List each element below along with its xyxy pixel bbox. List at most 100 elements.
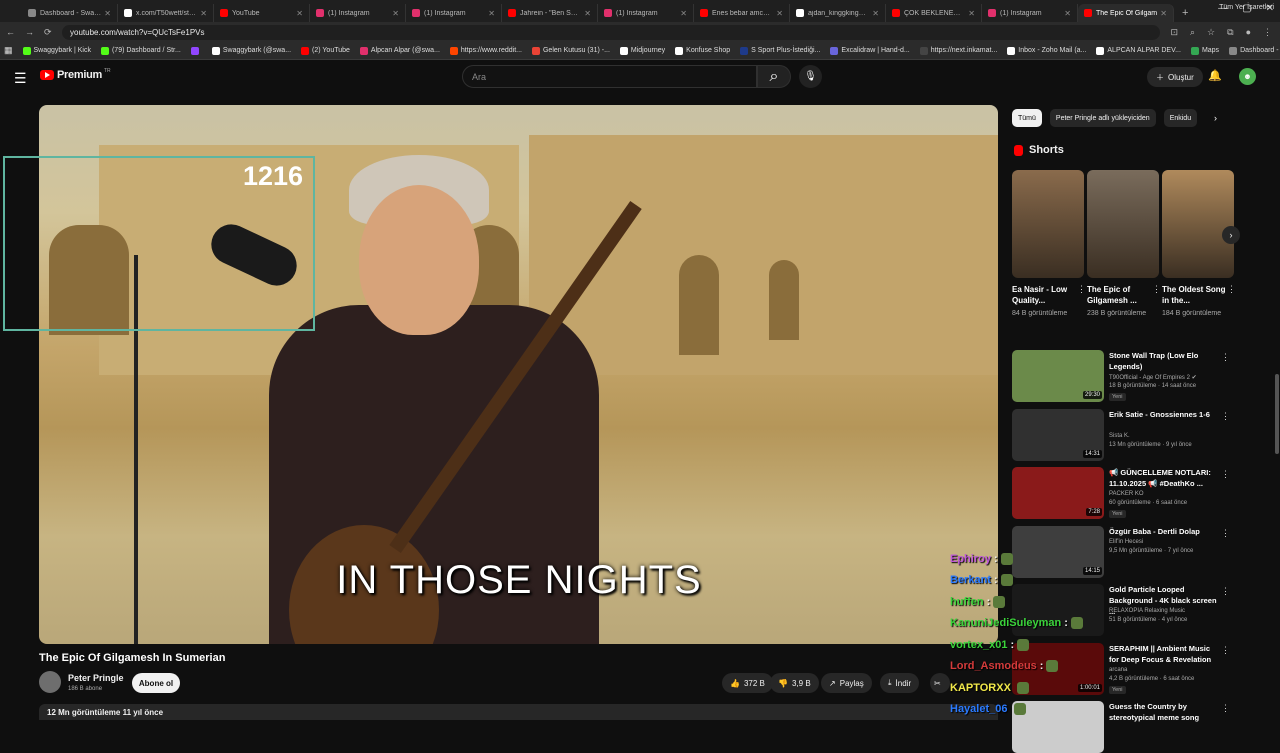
- chevron-right-icon[interactable]: ›: [1214, 113, 1217, 123]
- more-options-icon[interactable]: ⋮: [1221, 352, 1230, 363]
- dislike-button[interactable]: 👎 3,9 B: [770, 673, 819, 693]
- tab-close-icon[interactable]: ✕: [200, 9, 207, 18]
- url-field[interactable]: youtube.com/watch?v=QUcTsFe1PVs: [62, 24, 1160, 40]
- more-options-icon[interactable]: ⋮: [1221, 469, 1230, 480]
- filter-chip[interactable]: Tümü: [1012, 109, 1042, 127]
- bookmark-item[interactable]: Midjourney: [619, 46, 665, 55]
- install-icon[interactable]: ⊡: [1170, 27, 1178, 38]
- channel-avatar[interactable]: [39, 671, 61, 693]
- video-title[interactable]: 📢 GÜNCELLEME NOTLARI: 11.10.2025 📢 #Deat…: [1109, 467, 1221, 489]
- short-thumbnail[interactable]: [1162, 170, 1234, 278]
- bookmark-item[interactable]: (2) YouTube: [301, 46, 350, 55]
- bookmark-item[interactable]: [190, 46, 202, 55]
- share-button[interactable]: ↗ Paylaş: [821, 673, 872, 693]
- shorts-next-button[interactable]: ›: [1222, 226, 1240, 244]
- tab-close-icon[interactable]: ✕: [296, 9, 303, 18]
- video-channel[interactable]: Elif'in Hecesi: [1109, 539, 1143, 545]
- bookmark-item[interactable]: https://next.inkamat...: [919, 46, 997, 55]
- video-meta[interactable]: 12 Mn görüntüleme 11 yıl önce: [39, 704, 998, 720]
- create-button[interactable]: ＋ Oluştur: [1147, 67, 1203, 87]
- search-button[interactable]: ⌕: [757, 65, 791, 88]
- video-title[interactable]: Stone Wall Trap (Low Elo Legends): [1109, 350, 1221, 372]
- video-title[interactable]: SERAPHIM || Ambient Music for Deep Focus…: [1109, 643, 1221, 665]
- bookmark-item[interactable]: (79) Dashboard / Str...: [100, 46, 181, 55]
- bookmark-item[interactable]: ALPCAN ALPAR DEV...: [1096, 46, 1181, 55]
- tab-close-icon[interactable]: ✕: [488, 9, 495, 18]
- bookmark-item[interactable]: Maps: [1190, 46, 1219, 55]
- back-icon[interactable]: ←: [6, 27, 15, 38]
- video-channel[interactable]: T90Official - Age Of Empires 2 ✔: [1109, 374, 1197, 381]
- recommended-video[interactable]: 14:31 Erik Satie - Gnossiennes 1-6 Sista K…: [1012, 408, 1236, 461]
- short-thumbnail[interactable]: [1012, 170, 1084, 278]
- bookmark-item[interactable]: S Sport Plus-İstediği...: [740, 46, 820, 55]
- short-title[interactable]: The Epic of Gilgamesh ...: [1087, 284, 1159, 306]
- more-options-icon[interactable]: ⋮: [1221, 645, 1230, 656]
- browser-tab[interactable]: x.com/T50wett/status ✕: [118, 4, 214, 22]
- download-button[interactable]: ⤓ İndir: [880, 673, 920, 693]
- tab-close-icon[interactable]: ✕: [584, 9, 591, 18]
- filter-chip[interactable]: Enkidu: [1163, 109, 1198, 127]
- clip-button[interactable]: ✂: [930, 673, 950, 693]
- short-thumbnail[interactable]: [1087, 170, 1159, 278]
- tab-close-icon[interactable]: ✕: [968, 9, 975, 18]
- browser-tab[interactable]: Jahrein - "Ben Seni D ✕: [502, 4, 598, 22]
- browser-tab[interactable]: Enes bebar amcasına✕: [694, 4, 790, 22]
- scrollbar-thumb[interactable]: [1275, 374, 1279, 454]
- video-channel[interactable]: arcana: [1109, 667, 1127, 673]
- tab-close-icon[interactable]: ✕: [872, 9, 879, 18]
- more-options-icon[interactable]: ⋮: [1221, 528, 1230, 539]
- channel-name[interactable]: Peter Pringle: [68, 673, 124, 683]
- profile-icon[interactable]: ●: [1246, 27, 1251, 38]
- all-bookmarks[interactable]: Tüm Yer İşaretleri: [1219, 4, 1274, 11]
- menu-icon[interactable]: ☰: [14, 70, 27, 87]
- more-options-icon[interactable]: ⋮: [1221, 411, 1230, 422]
- browser-tab[interactable]: (1) Instagram ✕: [982, 4, 1078, 22]
- tab-close-icon[interactable]: ✕: [680, 9, 687, 18]
- browser-tab[interactable]: The Epic Of Gilgam ✕: [1078, 4, 1174, 22]
- voice-search-button[interactable]: 🎙: [799, 65, 822, 88]
- more-options-icon[interactable]: ⋮: [1221, 586, 1230, 597]
- star-icon[interactable]: ☆: [1207, 27, 1215, 38]
- reload-icon[interactable]: ⟳: [44, 27, 52, 38]
- browser-tab[interactable]: (1) Instagram ✕: [598, 4, 694, 22]
- youtube-logo[interactable]: Premium TR: [40, 68, 111, 81]
- browser-tab[interactable]: (1) Instagram ✕: [406, 4, 502, 22]
- menu-icon[interactable]: ⋮: [1263, 27, 1272, 38]
- bookmark-item[interactable]: Excalidraw | Hand-d...: [830, 46, 910, 55]
- bookmark-item[interactable]: Gelen Kutusu (31) -...: [531, 46, 610, 55]
- video-channel[interactable]: Sista K.: [1109, 433, 1130, 439]
- video-title[interactable]: Erik Satie - Gnossiennes 1-6: [1109, 409, 1221, 420]
- short-card[interactable]: The Oldest Song in the... 184 B görüntül…: [1162, 170, 1236, 319]
- notifications-bell-icon[interactable]: 🔔: [1208, 69, 1222, 82]
- short-title[interactable]: Ea Nasir - Low Quality...: [1012, 284, 1084, 306]
- bookmark-item[interactable]: Konfuse Shop: [675, 46, 730, 55]
- bookmark-item[interactable]: Alpcan Alpar (@swa...: [359, 46, 440, 55]
- recommended-video[interactable]: 29:30 Stone Wall Trap (Low Elo Legends) T9…: [1012, 350, 1236, 402]
- bookmark-item[interactable]: Inbox - Zoho Mail (a...: [1007, 46, 1086, 55]
- new-tab-icon[interactable]: +: [1182, 7, 1188, 19]
- browser-tab[interactable]: ÇOK BEKLENEN PSİKO✕: [886, 4, 982, 22]
- filter-chip[interactable]: Peter Pringle adlı yükleyiciden: [1049, 109, 1156, 127]
- subscribe-button[interactable]: Abone ol: [132, 673, 180, 693]
- browser-tab[interactable]: Dashboard - Swaggyb✕: [22, 4, 118, 22]
- video-channel[interactable]: RELAXOPIA Relaxing Music: [1109, 608, 1185, 614]
- video-title[interactable]: Özgür Baba - Dertli Dolap: [1109, 526, 1221, 537]
- zoom-icon[interactable]: ⌕: [1190, 27, 1195, 38]
- short-card[interactable]: Ea Nasir - Low Quality... 84 B görüntüle…: [1012, 170, 1086, 319]
- short-card[interactable]: The Epic of Gilgamesh ... 238 B görüntül…: [1087, 170, 1161, 319]
- short-title[interactable]: The Oldest Song in the...: [1162, 284, 1234, 306]
- bookmark-item[interactable]: Dashboard - Swagg...: [1229, 46, 1280, 55]
- more-options-icon[interactable]: ⋮: [1221, 703, 1230, 714]
- tab-close-icon[interactable]: ✕: [776, 9, 783, 18]
- bookmark-item[interactable]: https://www.reddit...: [449, 46, 522, 55]
- search-input[interactable]: Ara: [462, 65, 757, 88]
- tab-close-icon[interactable]: ✕: [1160, 9, 1167, 18]
- recommended-video[interactable]: 7:28 📢 GÜNCELLEME NOTLARI: 11.10.2025 📢 #…: [1012, 467, 1236, 519]
- bookmark-item[interactable]: Swaggybark | Kick: [22, 46, 91, 55]
- browser-tab[interactable]: ajdan_kinggkingg (@ ✕: [790, 4, 886, 22]
- more-options-icon[interactable]: ⋮: [1227, 284, 1236, 295]
- account-avatar[interactable]: ☻: [1239, 68, 1256, 85]
- apps-grid-icon[interactable]: ▦: [4, 45, 13, 56]
- more-options-icon[interactable]: ⋮: [1152, 284, 1161, 295]
- browser-tab[interactable]: (1) Instagram ✕: [310, 4, 406, 22]
